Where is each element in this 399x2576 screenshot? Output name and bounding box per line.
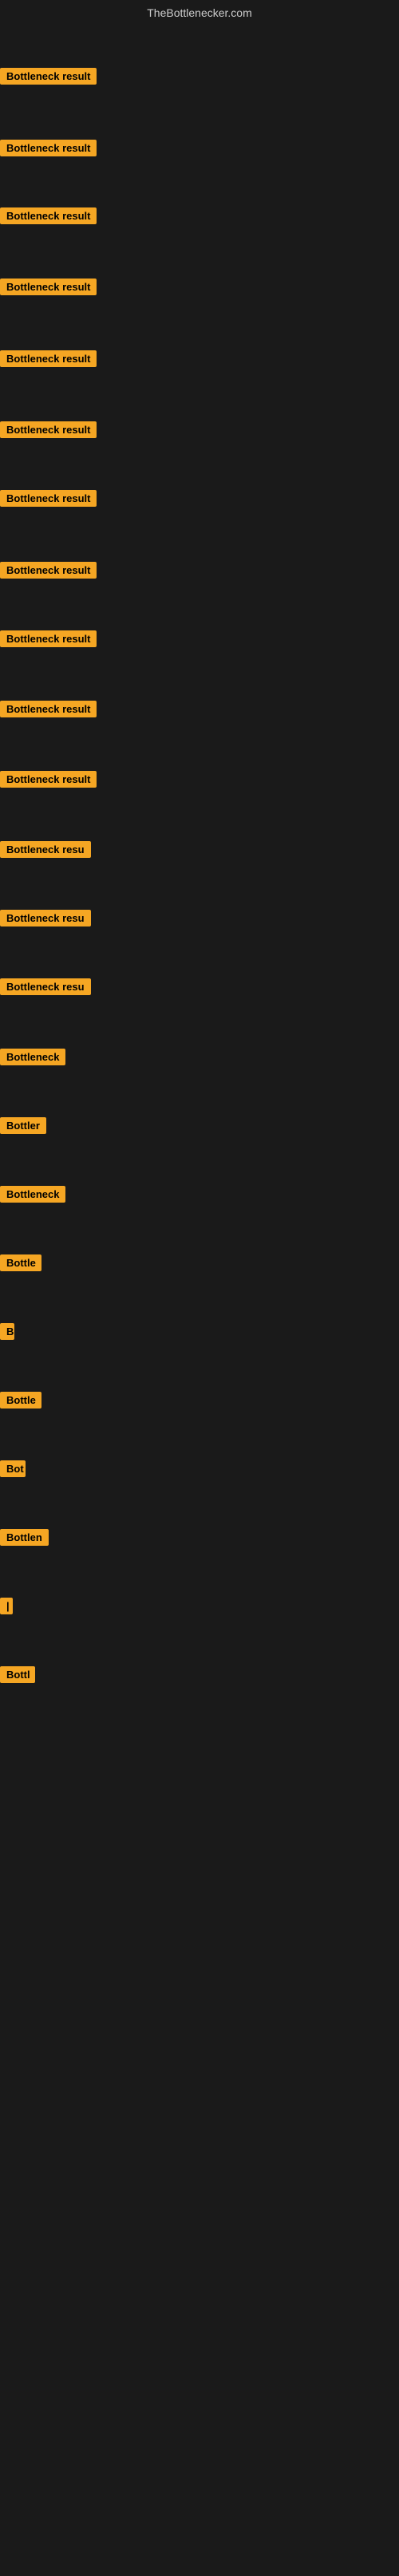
bottleneck-result-row: Bottle (0, 1254, 41, 1275)
bottleneck-result-row: Bottleneck result (0, 140, 97, 160)
bottleneck-result-row: Bottleneck result (0, 630, 97, 651)
bottleneck-badge[interactable]: Bottleneck result (0, 68, 97, 85)
bottleneck-result-row: B (0, 1323, 14, 1344)
bottleneck-result-row: Bottle (0, 1392, 41, 1412)
bottleneck-result-row: Bottleneck resu (0, 841, 91, 862)
bottleneck-result-row: Bottleneck (0, 1186, 65, 1207)
bottleneck-badge[interactable]: Bottl (0, 1666, 35, 1683)
bottleneck-badge[interactable]: Bottleneck result (0, 562, 97, 579)
bottleneck-result-row: Bottleneck result (0, 421, 97, 442)
bottleneck-badge[interactable]: Bottler (0, 1117, 46, 1134)
bottleneck-result-row: Bottleneck result (0, 771, 97, 792)
bottleneck-badge[interactable]: B (0, 1323, 14, 1340)
bottleneck-result-row: Bottleneck result (0, 350, 97, 371)
site-title: TheBottlenecker.com (0, 0, 399, 22)
bottleneck-badge[interactable]: Bottleneck result (0, 771, 97, 788)
bottleneck-result-row: Bot (0, 1460, 26, 1481)
bottleneck-badge[interactable]: Bottleneck result (0, 350, 97, 367)
bottleneck-badge[interactable]: Bottleneck result (0, 207, 97, 224)
bottleneck-result-row: Bottleneck result (0, 701, 97, 721)
bottleneck-result-row: Bottleneck resu (0, 910, 91, 930)
bottleneck-badge[interactable]: Bottleneck result (0, 279, 97, 295)
bottleneck-result-row: Bottleneck result (0, 490, 97, 511)
bottleneck-result-row: Bottleneck resu (0, 978, 91, 999)
bottleneck-result-row: Bottleneck (0, 1049, 65, 1069)
bottleneck-result-row: Bottleneck result (0, 68, 97, 89)
bottleneck-badge[interactable]: | (0, 1598, 13, 1614)
bottleneck-result-row: | (0, 1598, 13, 1618)
bottleneck-badge[interactable]: Bottleneck result (0, 421, 97, 438)
bottleneck-badge[interactable]: Bottleneck resu (0, 841, 91, 858)
bottleneck-result-row: Bottlen (0, 1529, 49, 1550)
bottleneck-result-row: Bottler (0, 1117, 46, 1138)
bottleneck-badge[interactable]: Bottleneck result (0, 701, 97, 717)
bottleneck-badge[interactable]: Bottleneck resu (0, 910, 91, 926)
bottleneck-badge[interactable]: Bottleneck (0, 1186, 65, 1203)
bottleneck-badge[interactable]: Bottleneck result (0, 140, 97, 156)
bottleneck-result-row: Bottl (0, 1666, 35, 1687)
bottleneck-result-row: Bottleneck result (0, 279, 97, 299)
bottleneck-badge[interactable]: Bot (0, 1460, 26, 1477)
bottleneck-result-row: Bottleneck result (0, 207, 97, 228)
bottleneck-badge[interactable]: Bottleneck resu (0, 978, 91, 995)
bottleneck-badge[interactable]: Bottle (0, 1254, 41, 1271)
bottleneck-badge[interactable]: Bottleneck (0, 1049, 65, 1065)
bottleneck-badge[interactable]: Bottle (0, 1392, 41, 1409)
bottleneck-badge[interactable]: Bottleneck result (0, 490, 97, 507)
bottleneck-result-row: Bottleneck result (0, 562, 97, 583)
bottleneck-badge[interactable]: Bottlen (0, 1529, 49, 1546)
bottleneck-badge[interactable]: Bottleneck result (0, 630, 97, 647)
